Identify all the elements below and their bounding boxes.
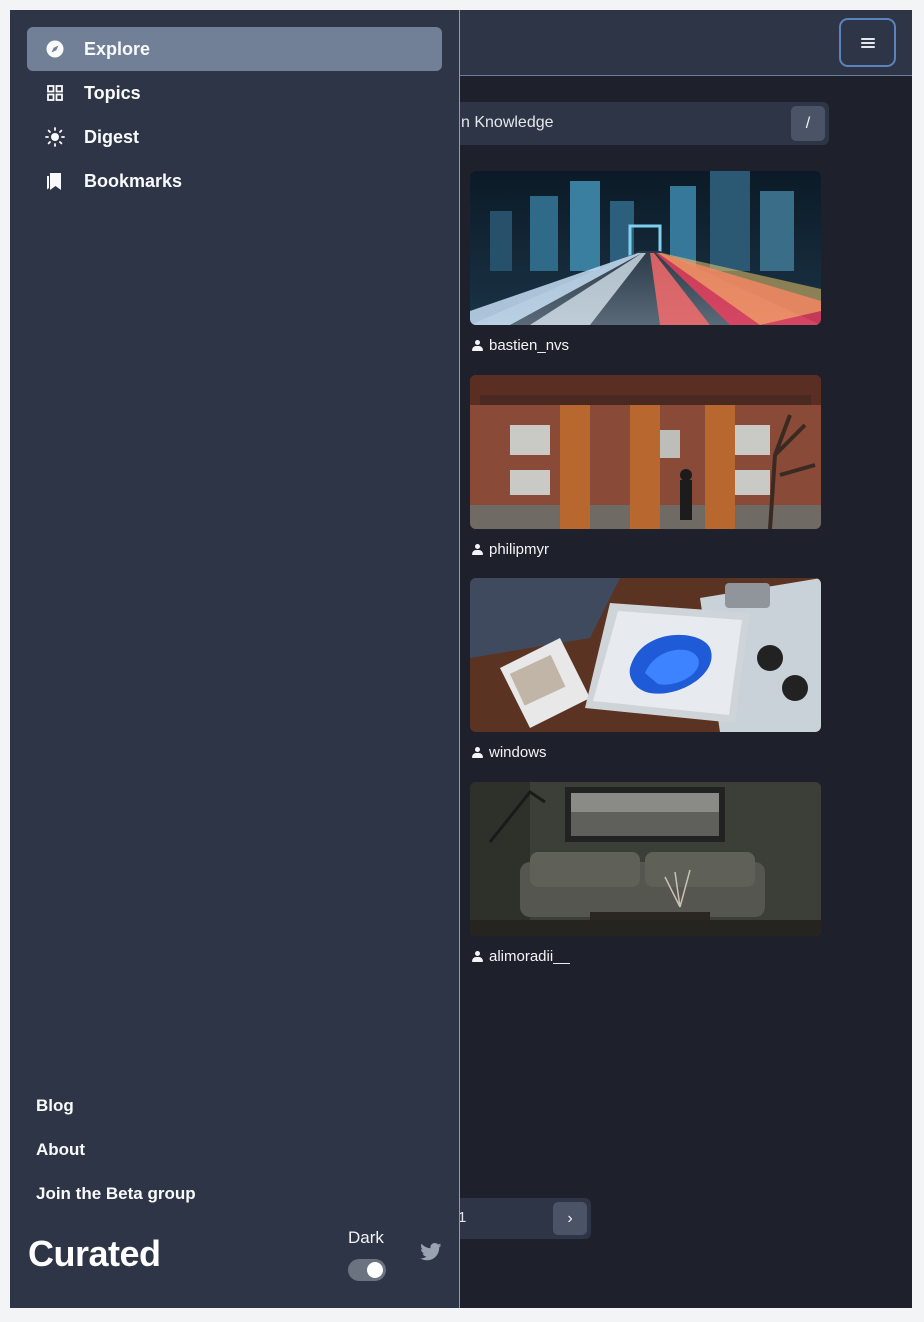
photo-card[interactable]: windows: [470, 578, 821, 761]
photo-thumbnail[interactable]: [470, 375, 821, 529]
sidebar-item-label: Topics: [84, 82, 141, 103]
sun-icon: [45, 127, 65, 147]
app-window: n Knowledge / bastien_nvs philipmyr wind…: [10, 10, 912, 1308]
about-link[interactable]: About: [36, 1140, 85, 1160]
search-placeholder: n Knowledge: [461, 114, 554, 131]
search-shortcut-key[interactable]: /: [791, 106, 825, 141]
sidebar-item-label: Digest: [84, 126, 140, 147]
photo-thumbnail[interactable]: [470, 782, 821, 936]
author-row[interactable]: windows: [470, 744, 821, 761]
user-icon: [472, 747, 483, 758]
author-name[interactable]: philipmyr: [489, 541, 549, 558]
photo-card[interactable]: alimoradii__: [470, 782, 821, 965]
bookmarks-icon: [45, 171, 65, 191]
user-icon: [472, 340, 483, 351]
theme-label: Dark: [348, 1228, 384, 1247]
sidebar-item-label: Explore: [84, 38, 151, 59]
sidebar-item-topics[interactable]: Topics: [27, 71, 442, 115]
photo-thumbnail[interactable]: [470, 578, 821, 732]
author-row[interactable]: bastien_nvs: [470, 337, 821, 354]
photo-card[interactable]: philipmyr: [470, 375, 821, 558]
blog-link[interactable]: Blog: [36, 1096, 74, 1116]
menu-button[interactable]: [839, 18, 896, 67]
author-name[interactable]: windows: [489, 744, 547, 761]
author-name[interactable]: bastien_nvs: [489, 337, 569, 354]
user-icon: [472, 544, 483, 555]
grid-icon: [45, 83, 65, 103]
user-icon: [472, 951, 483, 962]
author-row[interactable]: alimoradii__: [470, 948, 821, 965]
author-name[interactable]: alimoradii__: [489, 948, 570, 965]
next-page-button[interactable]: ›: [553, 1202, 587, 1235]
compass-icon: [45, 39, 65, 59]
sidebar-item-explore[interactable]: Explore: [27, 27, 442, 71]
sidebar-drawer: Explore Topics Digest Bookmarks Blog Abo…: [10, 10, 460, 1308]
photo-card[interactable]: bastien_nvs: [470, 171, 821, 354]
search-bar[interactable]: n Knowledge /: [430, 102, 829, 145]
toggle-knob: [367, 1262, 383, 1278]
sidebar-item-digest[interactable]: Digest: [27, 115, 442, 159]
photo-thumbnail[interactable]: [470, 171, 821, 325]
dark-mode-toggle[interactable]: [348, 1259, 386, 1281]
sidebar-item-bookmarks[interactable]: Bookmarks: [27, 159, 442, 203]
pagination: 1 ›: [440, 1198, 591, 1239]
hamburger-icon: [860, 37, 875, 48]
author-row[interactable]: philipmyr: [470, 541, 821, 558]
twitter-icon[interactable]: [420, 1243, 442, 1263]
brand-logo[interactable]: Curated: [28, 1233, 161, 1275]
sidebar-item-label: Bookmarks: [84, 170, 183, 191]
join-beta-link[interactable]: Join the Beta group: [36, 1184, 196, 1204]
